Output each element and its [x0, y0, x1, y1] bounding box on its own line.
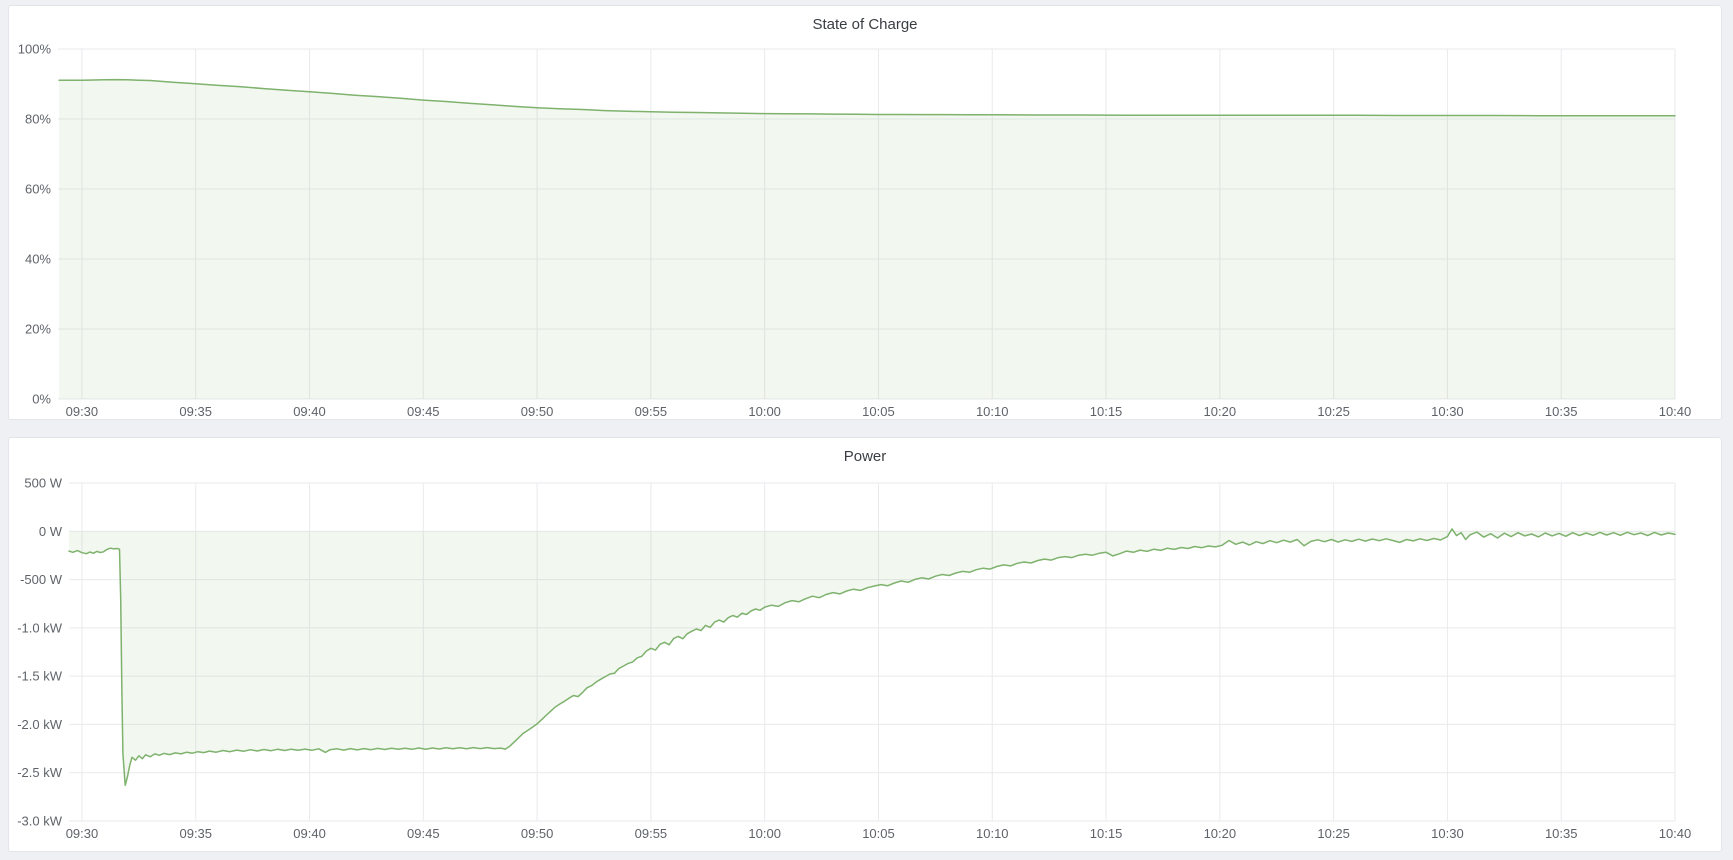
svg-text:-2.0 kW: -2.0 kW	[17, 717, 63, 732]
x-axis-labels: 09:30 09:35 09:40 09:45 09:50 09:55 10:00 10:05…	[66, 404, 1692, 419]
svg-text:10:20: 10:20	[1204, 826, 1237, 841]
svg-text:10:20: 10:20	[1204, 404, 1237, 419]
svg-text:10:40: 10:40	[1659, 826, 1692, 841]
svg-text:09:50: 09:50	[521, 826, 554, 841]
svg-text:10:00: 10:00	[748, 404, 781, 419]
svg-text:10:15: 10:15	[1090, 826, 1123, 841]
svg-text:-1.0 kW: -1.0 kW	[17, 620, 63, 635]
y-axis-labels: 500 W 0 W -500 W -1.0 kW -1.5 kW -2.0 kW -2.5 …	[17, 476, 63, 829]
svg-text:10:30: 10:30	[1431, 404, 1464, 419]
svg-text:09:40: 09:40	[293, 404, 326, 419]
series-fill	[59, 80, 1675, 399]
svg-text:09:45: 09:45	[407, 826, 440, 841]
svg-text:-3.0 kW: -3.0 kW	[17, 814, 63, 829]
dashboard: State of Charge 100%80%60%40%20%0%09:300…	[0, 0, 1733, 860]
svg-text:10:25: 10:25	[1317, 404, 1350, 419]
svg-text:40%: 40%	[25, 252, 51, 267]
svg-text:09:55: 09:55	[635, 404, 668, 419]
svg-text:10:30: 10:30	[1431, 826, 1464, 841]
panel-title-power[interactable]: Power	[9, 448, 1721, 465]
panel-title-state-of-charge[interactable]: State of Charge	[9, 16, 1721, 33]
svg-text:100%: 100%	[18, 42, 52, 57]
svg-text:09:30: 09:30	[66, 826, 99, 841]
state-of-charge-chart[interactable]: 100%80%60%40%20%0%09:3009:3509:4009:4509…	[9, 6, 1721, 419]
svg-text:0%: 0%	[32, 392, 51, 407]
x-axis-labels: 09:30 09:35 09:40 09:45 09:50 09:55 10:00 10:05…	[66, 826, 1692, 841]
svg-text:09:35: 09:35	[179, 404, 212, 419]
svg-text:-500 W: -500 W	[20, 572, 63, 587]
svg-text:09:45: 09:45	[407, 404, 440, 419]
svg-text:10:35: 10:35	[1545, 404, 1578, 419]
svg-text:09:50: 09:50	[521, 404, 554, 419]
svg-text:-2.5 kW: -2.5 kW	[17, 765, 63, 780]
svg-text:-1.5 kW: -1.5 kW	[17, 669, 63, 684]
panel-power: Power 500 W 0 W -500 W -1.0 kW -1.5 kW -2.0 k…	[8, 437, 1722, 852]
y-axis-labels: 100% 80% 60% 40% 20% 0%	[18, 42, 52, 407]
svg-text:10:15: 10:15	[1090, 404, 1123, 419]
svg-text:60%: 60%	[25, 182, 51, 197]
svg-text:0 W: 0 W	[39, 524, 63, 539]
series-fill	[69, 529, 1675, 785]
power-chart[interactable]: 500 W 0 W -500 W -1.0 kW -1.5 kW -2.0 kW -2.5 …	[9, 438, 1721, 851]
svg-text:09:30: 09:30	[66, 404, 99, 419]
svg-text:10:35: 10:35	[1545, 826, 1578, 841]
svg-text:09:55: 09:55	[635, 826, 668, 841]
svg-text:10:05: 10:05	[862, 404, 895, 419]
svg-text:10:10: 10:10	[976, 404, 1009, 419]
svg-text:20%: 20%	[25, 322, 51, 337]
svg-text:09:35: 09:35	[179, 826, 212, 841]
svg-text:500 W: 500 W	[24, 476, 62, 491]
svg-text:10:00: 10:00	[748, 826, 781, 841]
svg-text:10:10: 10:10	[976, 826, 1009, 841]
svg-text:80%: 80%	[25, 112, 51, 127]
svg-text:10:05: 10:05	[862, 826, 895, 841]
svg-text:10:25: 10:25	[1317, 826, 1350, 841]
svg-text:10:40: 10:40	[1659, 404, 1692, 419]
panel-state-of-charge: State of Charge 100%80%60%40%20%0%09:300…	[8, 5, 1722, 420]
svg-text:09:40: 09:40	[293, 826, 326, 841]
